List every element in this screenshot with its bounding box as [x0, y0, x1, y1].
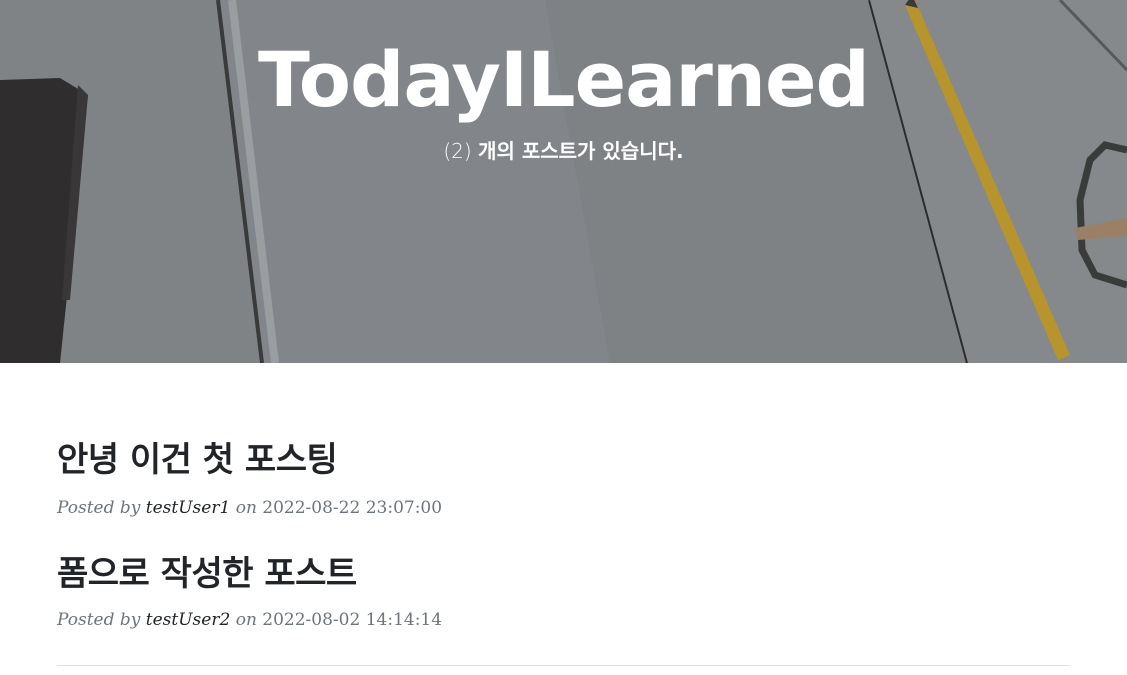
- post-meta: Posted by testUser2 on 2022-08-02 14:14:…: [57, 608, 442, 632]
- masthead-header: TodayILearned (2) 개의 포스트가 있습니다.: [0, 0, 1127, 363]
- divider: [57, 665, 1070, 666]
- post-date: 2022-08-22 23:07:00: [262, 498, 443, 518]
- posted-by-label: Posted by: [57, 610, 141, 630]
- post-title-link[interactable]: 안녕 이건 첫 포스팅: [57, 438, 338, 482]
- on-label: on: [235, 610, 257, 630]
- post-date: 2022-08-02 14:14:14: [262, 610, 443, 630]
- post-title-link[interactable]: 폼으로 작성한 포스트: [57, 552, 357, 596]
- on-label: on: [235, 498, 257, 518]
- post-author[interactable]: testUser2: [146, 610, 231, 630]
- post-count-subtitle: (2) 개의 포스트가 있습니다.: [0, 136, 1127, 166]
- post-count-label: 개의 포스트가 있습니다.: [478, 139, 684, 163]
- post-meta: Posted by testUser1 on 2022-08-22 23:07:…: [57, 496, 442, 520]
- site-title[interactable]: TodayILearned: [0, 30, 1127, 130]
- posted-by-label: Posted by: [57, 498, 141, 518]
- post-count: (2): [443, 139, 472, 163]
- post-author[interactable]: testUser1: [146, 498, 231, 518]
